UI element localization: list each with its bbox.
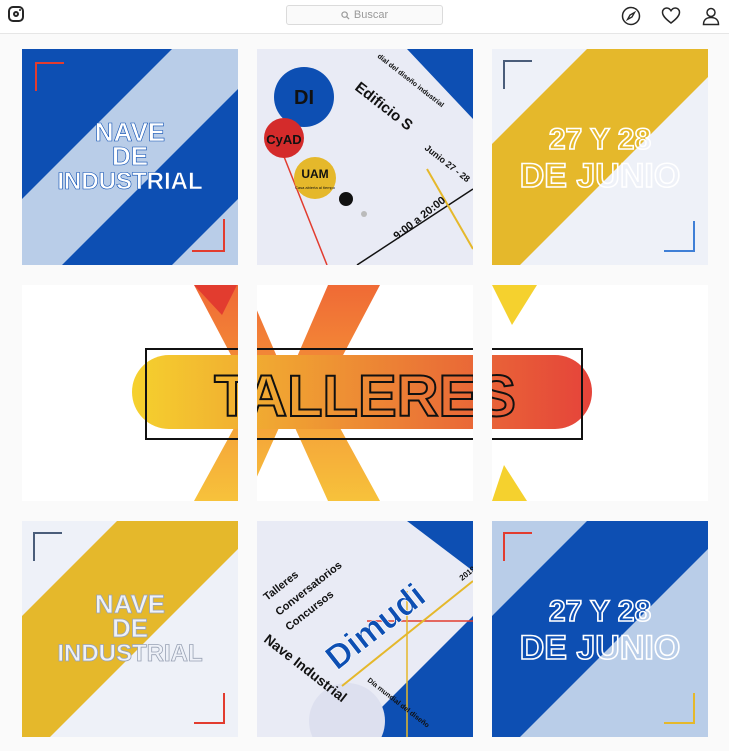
search-input[interactable]: Buscar bbox=[286, 5, 443, 25]
post-27-28-junio-2[interactable]: 27 Y 28 DE JUNIO bbox=[492, 521, 708, 737]
search-icon bbox=[341, 10, 350, 20]
post-27-28-junio-1[interactable]: 27 Y 28 DE JUNIO bbox=[492, 49, 708, 265]
logo-uam-subtitle: Casa abierta al tiempo bbox=[295, 185, 336, 190]
post-row-talleres[interactable]: TALLERES bbox=[22, 285, 708, 501]
explore-compass-icon[interactable] bbox=[621, 6, 641, 26]
post-artwork: NAVE DE INDUSTRIAL bbox=[22, 49, 238, 265]
post-event-info[interactable]: DI CyAD UAM Casa abierta al tiempo dial … bbox=[257, 49, 473, 265]
post-artwork: 27 Y 28 DE JUNIO bbox=[492, 49, 708, 265]
post-line-3: INDUSTRIAL bbox=[57, 168, 202, 195]
post-line-1: 27 Y 28 bbox=[549, 595, 651, 628]
post-nave-industrial-1[interactable]: NAVE DE INDUSTRIAL bbox=[22, 49, 238, 265]
post-line-2: DE bbox=[112, 613, 148, 643]
post-dimudi[interactable]: Talleres Conversatorios Concursos Nave I… bbox=[257, 521, 473, 737]
talleres-title: TALLERES bbox=[214, 364, 516, 429]
search-placeholder: Buscar bbox=[353, 9, 389, 21]
camera-lens bbox=[13, 11, 19, 17]
post-artwork: DI CyAD UAM Casa abierta al tiempo dial … bbox=[257, 49, 473, 265]
profile-icon[interactable] bbox=[701, 6, 721, 26]
logo-di: DI bbox=[294, 87, 314, 109]
post-line-3: INDUSTRIAL bbox=[57, 640, 202, 667]
logo-cyad: CyAD bbox=[266, 132, 301, 147]
instagram-logo-icon[interactable] bbox=[8, 6, 24, 22]
talleres-artwork: TALLERES bbox=[132, 285, 592, 501]
post-artwork: Talleres Conversatorios Concursos Nave I… bbox=[257, 521, 473, 737]
post-nave-industrial-2[interactable]: NAVE DE INDUSTRIAL bbox=[22, 521, 238, 737]
logo-uam: UAM bbox=[301, 167, 328, 181]
post-artwork: NAVE DE INDUSTRIAL bbox=[22, 521, 238, 737]
heart-icon[interactable] bbox=[661, 6, 681, 26]
post-line-2: DE JUNIO bbox=[520, 629, 681, 667]
camera-flash-dot bbox=[19, 9, 21, 11]
post-line-2: DE JUNIO bbox=[520, 157, 681, 195]
top-navigation-bar: Buscar bbox=[0, 0, 729, 34]
post-line-1: 27 Y 28 bbox=[549, 123, 651, 156]
post-line-2: DE bbox=[112, 141, 148, 171]
post-artwork: 27 Y 28 DE JUNIO bbox=[492, 521, 708, 737]
